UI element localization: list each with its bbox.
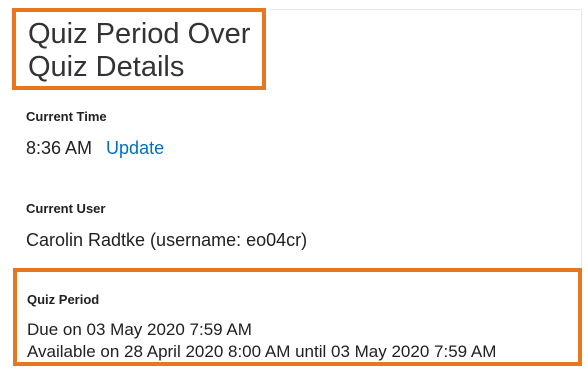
current-time-value: 8:36 AM <box>26 138 93 158</box>
current-user-label: Current User <box>26 201 106 216</box>
current-user-value: Carolin Radtke (username: eo04cr) <box>26 230 308 250</box>
panel-top-border <box>270 9 582 10</box>
panel-right-border <box>581 9 582 267</box>
current-time-row: 8:36 AM Update <box>26 138 164 159</box>
update-time-link[interactable]: Update <box>106 138 164 158</box>
quiz-period-highlight-box: Quiz Period Due on 03 May 2020 7:59 AM A… <box>13 268 582 366</box>
title-highlight-box: Quiz Period Over Quiz Details <box>12 8 266 90</box>
page-title: Quiz Period Over <box>28 18 251 50</box>
page-subtitle: Quiz Details <box>28 51 185 83</box>
quiz-period-label: Quiz Period <box>27 292 100 307</box>
quiz-due-date: Due on 03 May 2020 7:59 AM <box>27 320 252 339</box>
current-time-label: Current Time <box>26 109 107 124</box>
quiz-availability: Available on 28 April 2020 8:00 AM until… <box>27 342 497 361</box>
quiz-details-page: Quiz Period Over Quiz Details Current Ti… <box>0 0 588 369</box>
